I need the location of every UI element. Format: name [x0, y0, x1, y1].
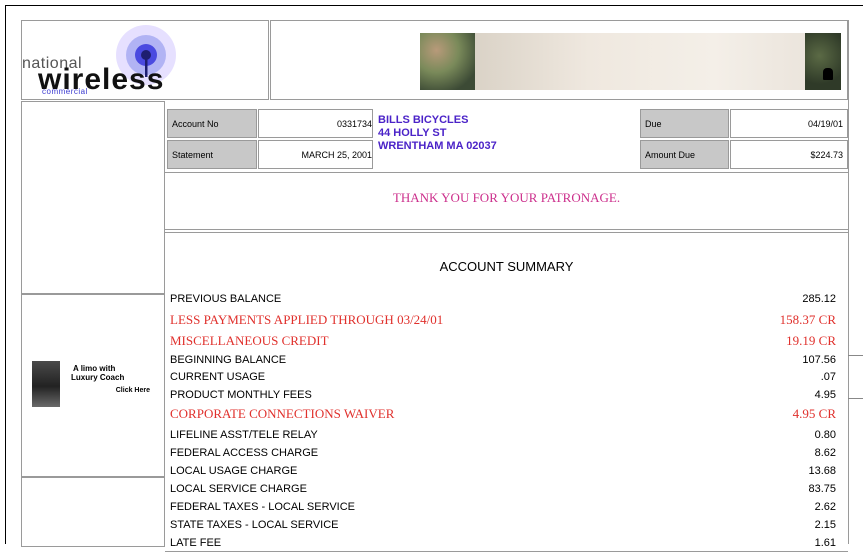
address-line-3: WRENTHAM MA 02037	[378, 140, 497, 152]
ad-line2: Luxury Coach	[71, 373, 125, 382]
account-no-value: 0331734	[336, 119, 372, 129]
summary-row: PREVIOUS BALANCE 285.12	[170, 293, 836, 310]
summary-row: FEDERAL ACCESS CHARGE 8.62	[170, 447, 836, 464]
limo-image	[32, 361, 60, 407]
summary-row-label: LATE FEE	[170, 537, 222, 549]
summary-row-amount: 83.75	[808, 483, 836, 495]
summary-row-label: CORPORATE CONNECTIONS WAIVER	[170, 406, 395, 421]
summary-row-label: PREVIOUS BALANCE	[170, 293, 282, 305]
due-label: Due	[645, 119, 662, 129]
amount-due-label: Amount Due	[645, 150, 696, 160]
summary-row-amount: 13.68	[808, 465, 836, 477]
summary-row: CORPORATE CONNECTIONS WAIVER 4.95 CR	[170, 406, 836, 423]
summary-row-amount: 2.62	[814, 501, 836, 513]
summary-row-amount: 4.95 CR	[792, 406, 836, 421]
address-line-2: 44 HOLLY ST	[378, 127, 447, 139]
amount-due-value: $224.73	[810, 150, 843, 160]
summary-row-label: BEGINNING BALANCE	[170, 354, 287, 366]
summary-row-amount: 285.12	[802, 293, 836, 305]
summary-row: MISCELLANEOUS CREDIT 19.19 CR	[170, 333, 836, 350]
summary-row-amount: 19.19 CR	[786, 333, 836, 348]
left-column-top	[21, 101, 165, 294]
summary-row: LOCAL SERVICE CHARGE 83.75	[170, 483, 836, 500]
summary-row-amount: 8.62	[814, 447, 836, 459]
summary-row-amount: 1.61	[814, 537, 836, 549]
scrollbar-tick	[848, 398, 863, 399]
thank-you-message: THANK YOU FOR YOUR PATRONAGE.	[392, 190, 621, 205]
summary-row-label: STATE TAXES - LOCAL SERVICE	[170, 519, 339, 531]
summary-row: LOCAL USAGE CHARGE 13.68	[170, 465, 836, 482]
summary-row-label: MISCELLANEOUS CREDIT	[170, 333, 329, 348]
summary-row-label: PRODUCT MONTHLY FEES	[170, 389, 312, 401]
summary-title: ACCOUNT SUMMARY	[439, 259, 574, 274]
window-edge-left	[5, 5, 6, 544]
summary-row-label: LOCAL SERVICE CHARGE	[170, 483, 307, 495]
summary-row-label: LESS PAYMENTS APPLIED THROUGH 03/24/01	[170, 312, 444, 327]
summary-row: STATE TAXES - LOCAL SERVICE 2.15	[170, 519, 836, 536]
logo[interactable]: national wireless commercial	[22, 21, 268, 99]
left-column-bottom	[21, 477, 165, 547]
scrollbar-tick	[848, 355, 863, 356]
summary-row-amount: .07	[820, 371, 836, 383]
summary-row: FEDERAL TAXES - LOCAL SERVICE 2.62	[170, 501, 836, 518]
summary-row-amount: 4.95	[814, 389, 836, 401]
summary-row-amount: 0.80	[814, 429, 836, 441]
account-no-label: Account No	[172, 119, 219, 129]
summary-row: CURRENT USAGE .07	[170, 371, 836, 388]
logo-sub-text: commercial	[42, 87, 88, 96]
summary-row-label: LOCAL USAGE CHARGE	[170, 465, 298, 477]
ad-click-here-link[interactable]: Click Here	[116, 387, 150, 394]
summary-row: LATE FEE 1.61	[170, 537, 836, 554]
content-right-edge	[848, 20, 849, 544]
summary-row: LESS PAYMENTS APPLIED THROUGH 03/24/01 15…	[170, 312, 836, 329]
summary-row-label: CURRENT USAGE	[170, 371, 266, 383]
statement-page: national wireless commercial A limo with…	[0, 0, 863, 552]
summary-row: BEGINNING BALANCE 107.56	[170, 354, 836, 371]
summary-row-amount: 158.37 CR	[779, 312, 836, 327]
address-block: BILLS BICYCLES 44 HOLLY ST WRENTHAM MA 0…	[378, 114, 497, 153]
summary-row: PRODUCT MONTHLY FEES 4.95	[170, 389, 836, 406]
summary-row-label: LIFELINE ASST/TELE RELAY	[170, 429, 318, 441]
address-line-1: BILLS BICYCLES	[378, 114, 469, 126]
ad-line1: A limo with	[73, 364, 116, 373]
summary-row-label: FEDERAL TAXES - LOCAL SERVICE	[170, 501, 356, 513]
summary-row-amount: 107.56	[802, 354, 836, 366]
summary-row-label: FEDERAL ACCESS CHARGE	[170, 447, 319, 459]
statement-label: Statement	[172, 150, 214, 160]
lock-icon	[823, 68, 833, 80]
ad-banner[interactable]: A limo with Luxury Coach Click Here	[27, 359, 152, 409]
due-date: 04/19/01	[807, 119, 843, 129]
banner-image[interactable]	[420, 33, 841, 90]
summary-row-amount: 2.15	[814, 519, 836, 531]
window-edge-top	[5, 5, 863, 6]
statement-date: MARCH 25, 2001	[301, 150, 372, 160]
summary-row: LIFELINE ASST/TELE RELAY 0.80	[170, 429, 836, 446]
